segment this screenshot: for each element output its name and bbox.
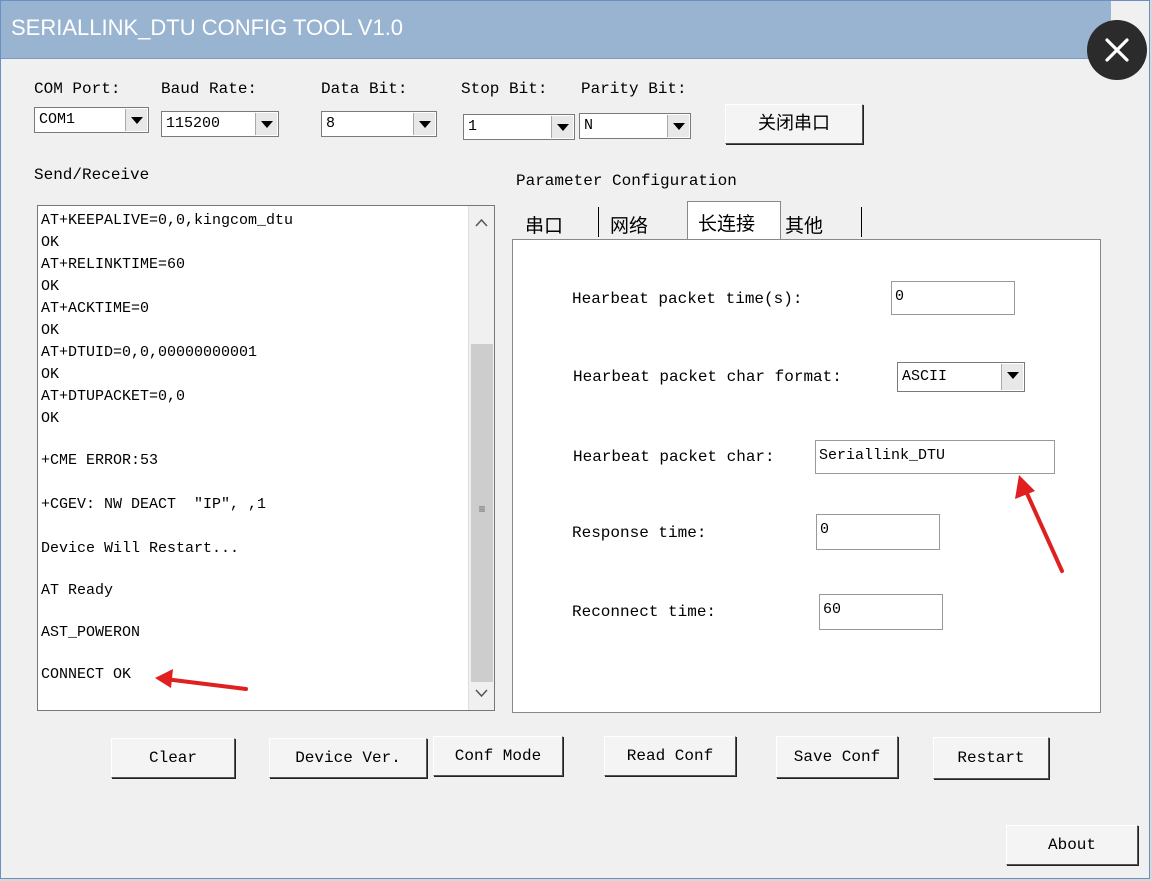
- log-line: +CME ERROR:53: [41, 452, 159, 469]
- log-line: AT+RELINKTIME=60: [41, 256, 186, 273]
- scroll-down-icon[interactable]: [469, 682, 494, 704]
- log-line: CONNECT OK: [41, 666, 132, 683]
- tab-label: 长连接: [698, 213, 756, 235]
- heartbeat-format-select[interactable]: ASCII: [897, 362, 1025, 392]
- chevron-down-icon[interactable]: [1001, 364, 1023, 390]
- main-window: SERIALLINK_DTU CONFIG TOOL V1.0 COM Port…: [0, 0, 1150, 879]
- com-port-select[interactable]: COM1: [34, 107, 149, 133]
- heartbeat-char-input[interactable]: Seriallink_DTU: [815, 440, 1055, 474]
- title-bar[interactable]: SERIALLINK_DTU CONFIG TOOL V1.0: [1, 1, 1111, 59]
- read-conf-button[interactable]: Read Conf: [604, 736, 736, 776]
- log-line: OK: [41, 410, 60, 427]
- reconnect-time-value: 60: [823, 601, 842, 618]
- com-port-label: COM Port:: [34, 80, 121, 98]
- chevron-down-icon[interactable]: [551, 116, 573, 138]
- tab-long-connection[interactable]: 长连接: [687, 201, 781, 240]
- heartbeat-time-label: Hearbeat packet time(s):: [572, 290, 803, 308]
- response-time-input[interactable]: 0: [816, 514, 940, 550]
- tab-label: 其他: [785, 215, 824, 237]
- baud-rate-label: Baud Rate:: [161, 80, 258, 98]
- window-title: SERIALLINK_DTU CONFIG TOOL V1.0: [11, 15, 404, 40]
- send-receive-label: Send/Receive: [34, 166, 150, 184]
- heartbeat-format-value: ASCII: [902, 368, 948, 385]
- log-line: AT+DTUID=0,0,00000000001: [41, 344, 258, 361]
- response-time-value: 0: [820, 521, 830, 538]
- baud-rate-select[interactable]: 115200: [161, 111, 279, 137]
- stop-bit-value: 1: [468, 118, 478, 135]
- data-bit-select[interactable]: 8: [321, 111, 437, 137]
- scroll-grip-icon: ≡: [478, 503, 486, 517]
- tab-label: 网络: [610, 215, 649, 237]
- heartbeat-format-label: Hearbeat packet char format:: [573, 368, 842, 386]
- log-line: OK: [41, 234, 60, 251]
- reconnect-time-input[interactable]: 60: [819, 594, 943, 630]
- parity-bit-value: N: [584, 117, 594, 134]
- heartbeat-char-value: Seriallink_DTU: [819, 447, 946, 464]
- close-button[interactable]: [1087, 20, 1147, 80]
- chevron-down-icon[interactable]: [413, 113, 435, 135]
- clear-button[interactable]: Clear: [111, 738, 235, 778]
- tab-serial[interactable]: 串口: [523, 205, 599, 240]
- heartbeat-time-value: 0: [895, 288, 905, 305]
- scroll-up-icon[interactable]: [469, 212, 494, 234]
- stop-bit-select[interactable]: 1: [463, 114, 575, 140]
- annotation-arrow-icon: [1015, 475, 1064, 573]
- param-config-label: Parameter Configuration: [516, 172, 737, 190]
- log-line: OK: [41, 278, 60, 295]
- log-line: Device Will Restart...: [41, 540, 240, 557]
- chevron-down-icon[interactable]: [667, 115, 689, 137]
- log-scrollbar[interactable]: ≡: [468, 206, 494, 710]
- baud-rate-value: 115200: [166, 115, 221, 132]
- log-line: AT Ready: [41, 582, 114, 599]
- stop-bit-label: Stop Bit:: [461, 80, 548, 98]
- tab-label: 串口: [525, 215, 564, 237]
- chevron-down-icon[interactable]: [255, 113, 277, 135]
- restart-button[interactable]: Restart: [933, 737, 1049, 779]
- log-line: AT+ACKTIME=0: [41, 300, 150, 317]
- log-line: +CGEV: NW DEACT "IP", ,1: [41, 496, 267, 513]
- heartbeat-char-label: Hearbeat packet char:: [573, 448, 775, 466]
- com-port-value: COM1: [39, 111, 76, 128]
- parity-bit-label: Parity Bit:: [581, 80, 687, 98]
- data-bit-label: Data Bit:: [321, 80, 408, 98]
- data-bit-value: 8: [326, 115, 336, 132]
- close-port-button[interactable]: 关闭串口: [725, 104, 863, 144]
- tab-network[interactable]: 网络: [607, 205, 683, 240]
- log-line: AT+KEEPALIVE=0,0,kingcom_dtu: [41, 212, 294, 229]
- log-line: OK: [41, 366, 60, 383]
- log-line: AST_POWERON: [41, 624, 141, 641]
- heartbeat-time-input[interactable]: 0: [891, 281, 1015, 315]
- chevron-down-icon[interactable]: [125, 109, 147, 131]
- parity-bit-select[interactable]: N: [579, 113, 691, 139]
- response-time-label: Response time:: [572, 524, 707, 542]
- tab-other[interactable]: 其他: [783, 205, 863, 240]
- close-icon: [1105, 38, 1129, 62]
- tab-divider: [861, 207, 862, 237]
- conf-mode-button[interactable]: Conf Mode: [433, 736, 563, 776]
- reconnect-time-label: Reconnect time:: [572, 603, 717, 621]
- annotation-arrow-icon: [155, 669, 248, 691]
- send-receive-log[interactable]: AT+KEEPALIVE=0,0,kingcom_dtu OK AT+RELIN…: [37, 205, 495, 711]
- log-line: OK: [41, 322, 60, 339]
- tab-divider: [598, 207, 599, 237]
- log-line: AT+DTUPACKET=0,0: [41, 388, 186, 405]
- about-button[interactable]: About: [1006, 825, 1138, 865]
- device-ver-button[interactable]: Device Ver.: [269, 738, 427, 778]
- save-conf-button[interactable]: Save Conf: [776, 736, 898, 778]
